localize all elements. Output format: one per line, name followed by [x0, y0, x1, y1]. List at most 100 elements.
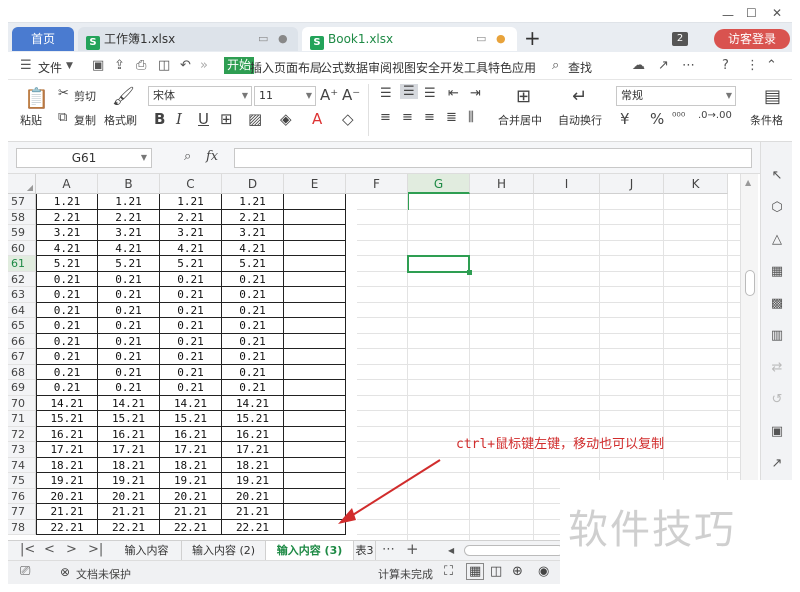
cell-c77[interactable]: 21.21 [160, 504, 222, 520]
chevron-down-icon[interactable]: ▼ [66, 61, 73, 71]
cell-d61[interactable]: 5.21 [222, 256, 284, 272]
row-header-60[interactable]: 60 [8, 240, 36, 256]
column-header-d[interactable]: D [222, 174, 284, 194]
cut-button[interactable]: 剪切 [74, 88, 96, 104]
row-header-62[interactable]: 62 [8, 271, 36, 287]
cell-c70[interactable]: 14.21 [160, 395, 222, 411]
row-header-63[interactable]: 63 [8, 287, 36, 303]
cursor-icon[interactable]: ↖ [769, 168, 785, 184]
row-header-69[interactable]: 69 [8, 380, 36, 396]
cell-c61[interactable]: 5.21 [160, 256, 222, 272]
row-header-75[interactable]: 75 [8, 473, 36, 489]
tab-workbook1[interactable]: S 工作簿1.xlsx ▭ ● [78, 27, 298, 51]
cell-a68[interactable]: 0.21 [36, 364, 98, 380]
menu-file[interactable]: 文件 [38, 59, 62, 76]
cell-e62[interactable] [284, 271, 346, 287]
cell-d64[interactable]: 0.21 [222, 302, 284, 318]
guest-login-button[interactable]: 访客登录 [714, 29, 790, 49]
cell-d75[interactable]: 19.21 [222, 473, 284, 489]
cell-a73[interactable]: 17.21 [36, 442, 98, 458]
zoom-search-icon[interactable]: ⌕ [184, 149, 191, 164]
fill-handle[interactable] [467, 269, 472, 275]
row-header-66[interactable]: 66 [8, 333, 36, 349]
page-layout-icon[interactable]: ⊕ [512, 564, 523, 579]
cell-c73[interactable]: 17.21 [160, 442, 222, 458]
row-header-71[interactable]: 71 [8, 411, 36, 427]
cell-d63[interactable]: 0.21 [222, 287, 284, 303]
export-icon[interactable]: ⇪ [114, 58, 125, 73]
fill-color-icon[interactable]: ◈ [280, 110, 292, 128]
cell-c71[interactable]: 15.21 [160, 411, 222, 427]
cell-a60[interactable]: 4.21 [36, 240, 98, 256]
chart-icon[interactable]: ▥ [769, 328, 785, 344]
cell-c74[interactable]: 18.21 [160, 457, 222, 473]
last-sheet-icon[interactable]: >| [88, 542, 103, 557]
tab-dot-icon[interactable]: ● [278, 27, 288, 51]
paste-button[interactable]: 粘贴 [20, 112, 42, 128]
align-middle-icon[interactable]: ☰ [400, 84, 418, 99]
cell-d65[interactable]: 0.21 [222, 318, 284, 334]
fill-pattern-icon[interactable]: ▨ [248, 110, 262, 128]
cell-c57[interactable]: 1.21 [160, 194, 222, 210]
cell-d57[interactable]: 1.21 [222, 194, 284, 210]
menu-page-layout[interactable]: 页面布局 [274, 59, 322, 76]
indent-decrease-icon[interactable]: ⇤ [448, 86, 459, 101]
collapse-ribbon-icon[interactable]: ⌃ [766, 58, 777, 73]
menu-insert[interactable]: 插入 [250, 59, 274, 76]
cell-e58[interactable] [284, 209, 346, 225]
cell-e70[interactable] [284, 395, 346, 411]
cell-b67[interactable]: 0.21 [98, 349, 160, 365]
cell-c72[interactable]: 16.21 [160, 426, 222, 442]
cell-e67[interactable] [284, 349, 346, 365]
table-icon[interactable]: ▦ [769, 264, 785, 280]
cell-a71[interactable]: 15.21 [36, 411, 98, 427]
sheet-tab-2[interactable]: 输入内容 (2) [182, 541, 266, 560]
shield-icon[interactable]: ⊗ [60, 565, 70, 579]
sort-icon[interactable]: ⇄ [769, 360, 785, 376]
menu-search[interactable]: 查找 [568, 59, 592, 76]
row-header-59[interactable]: 59 [8, 225, 36, 241]
menu-special[interactable]: 特色应用 [488, 59, 536, 76]
cell-b66[interactable]: 0.21 [98, 333, 160, 349]
first-sheet-icon[interactable]: |< [20, 542, 35, 557]
cell-b59[interactable]: 3.21 [98, 225, 160, 241]
active-cell-selection[interactable] [407, 255, 470, 273]
column-header-i[interactable]: I [534, 174, 600, 194]
cell-d77[interactable]: 21.21 [222, 504, 284, 520]
font-color-icon[interactable]: A [312, 110, 322, 128]
cell-d71[interactable]: 15.21 [222, 411, 284, 427]
row-header-61[interactable]: 61 [8, 256, 36, 272]
percent-icon[interactable]: % [650, 110, 664, 128]
cell-a62[interactable]: 0.21 [36, 271, 98, 287]
cell-d73[interactable]: 17.21 [222, 442, 284, 458]
column-header-e[interactable]: E [284, 174, 346, 194]
row-header-70[interactable]: 70 [8, 395, 36, 411]
cell-c65[interactable]: 0.21 [160, 318, 222, 334]
column-header-f[interactable]: F [346, 174, 408, 194]
cell-a78[interactable]: 22.21 [36, 519, 98, 535]
cell-b61[interactable]: 5.21 [98, 256, 160, 272]
tab-home[interactable]: 首页 [12, 27, 74, 51]
cell-d60[interactable]: 4.21 [222, 240, 284, 256]
more-sheets-icon[interactable]: ⋯ [382, 542, 395, 557]
cell-e66[interactable] [284, 333, 346, 349]
shapes-icon[interactable]: ⬡ [769, 200, 785, 216]
cell-d66[interactable]: 0.21 [222, 333, 284, 349]
cell-e68[interactable] [284, 364, 346, 380]
cell-a72[interactable]: 16.21 [36, 426, 98, 442]
normal-view-icon[interactable]: ▦ [466, 563, 485, 580]
export-side-icon[interactable]: ↗ [769, 456, 785, 472]
horizontal-scrollbar[interactable] [464, 545, 564, 556]
justify-icon[interactable]: ≣ [446, 110, 457, 125]
monitor-icon[interactable]: ▭ [258, 27, 268, 51]
cell-e74[interactable] [284, 457, 346, 473]
column-header-a[interactable]: A [36, 174, 98, 194]
fullscreen-icon[interactable]: ⛶ [444, 564, 453, 579]
scissors-icon[interactable]: ✂ [58, 86, 69, 101]
cell-b62[interactable]: 0.21 [98, 271, 160, 287]
cell-e69[interactable] [284, 380, 346, 396]
cell-e61[interactable] [284, 256, 346, 272]
more-options-icon[interactable]: ⋮ [746, 58, 759, 73]
maximize-icon[interactable]: ☐ [746, 6, 757, 20]
cell-b64[interactable]: 0.21 [98, 302, 160, 318]
